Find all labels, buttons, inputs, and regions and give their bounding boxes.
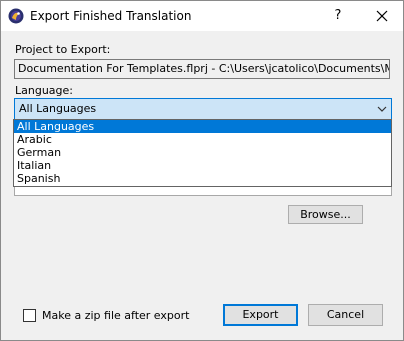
language-dropdown-list: All Languages Arabic German Italian Span…: [13, 119, 392, 187]
close-icon: [376, 10, 388, 22]
language-option[interactable]: Italian: [14, 159, 391, 172]
help-button[interactable]: ?: [326, 3, 350, 29]
close-button[interactable]: [367, 3, 397, 29]
language-select[interactable]: All Languages: [14, 98, 392, 120]
language-option[interactable]: All Languages: [14, 120, 391, 133]
zip-checkbox-label[interactable]: Make a zip file after export: [42, 309, 189, 322]
cancel-button[interactable]: Cancel: [308, 304, 383, 326]
chevron-down-icon: [377, 106, 387, 112]
window-title: Export Finished Translation: [30, 9, 192, 23]
title-bar: Export Finished Translation ?: [1, 1, 403, 31]
export-button[interactable]: Export: [223, 304, 298, 326]
language-selected-value: All Languages: [19, 102, 97, 115]
project-path-field[interactable]: Documentation For Templates.flprj - C:\U…: [14, 59, 390, 79]
zip-checkbox[interactable]: [23, 309, 36, 322]
language-option[interactable]: Arabic: [14, 133, 391, 146]
export-dialog: Export Finished Translation ? Project to…: [0, 0, 404, 341]
project-label: Project to Export:: [15, 43, 111, 56]
browse-button[interactable]: Browse...: [288, 205, 363, 224]
language-label: Language:: [15, 84, 73, 97]
language-option[interactable]: Spanish: [14, 172, 391, 185]
language-option[interactable]: German: [14, 146, 391, 159]
app-logo-icon: [8, 8, 24, 24]
